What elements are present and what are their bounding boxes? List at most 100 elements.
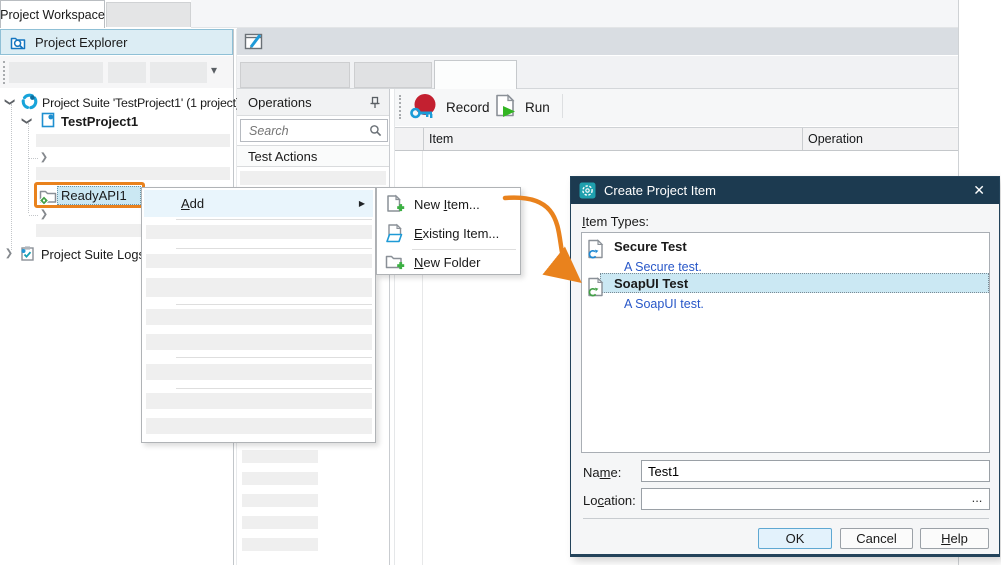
annotation-box-readyapi <box>34 182 145 208</box>
document-tab-active[interactable] <box>434 60 517 89</box>
search-input[interactable] <box>247 123 369 139</box>
menu-separator <box>176 219 372 220</box>
ops-list-item-redacted[interactable] <box>242 494 318 507</box>
dialog-title: Create Project Item <box>604 183 716 198</box>
menu-item-existing-item[interactable]: Existing Item... <box>379 219 518 248</box>
tree-guide <box>29 158 38 159</box>
menu-item-redacted[interactable] <box>146 393 372 409</box>
column-divider[interactable] <box>802 128 803 150</box>
tree-item-redacted[interactable] <box>36 134 230 147</box>
tree-item-label: TestProject1 <box>61 114 138 129</box>
chevron-collapsed-icon[interactable]: ❯ <box>39 210 49 220</box>
list-item-secure-test[interactable]: Secure Test <box>614 239 687 254</box>
main-toolbar-band <box>237 28 958 55</box>
tree-guide <box>11 104 12 250</box>
location-label: Location: <box>583 493 636 508</box>
tree-item-label: Project Suite Logs <box>41 247 145 262</box>
run-label: Run <box>525 100 550 115</box>
cancel-label: Cancel <box>856 531 896 546</box>
menu-item-redacted[interactable] <box>146 364 372 380</box>
new-folder-icon <box>385 253 405 272</box>
menu-item-redacted[interactable] <box>146 309 372 325</box>
menu-item-redacted[interactable] <box>146 334 372 350</box>
test-actions-header[interactable]: Test Actions <box>237 145 389 167</box>
caret-down-icon: ▾ <box>211 63 217 77</box>
tree-item-label: Project Suite 'TestProject1' (1 project) <box>42 96 240 110</box>
edit-icon <box>243 31 266 53</box>
menu-item-redacted[interactable] <box>146 418 372 434</box>
location-field[interactable] <box>641 488 990 510</box>
toolbar-button-redacted[interactable] <box>150 62 207 83</box>
toolbar-caret-button[interactable]: ▾ <box>211 63 225 81</box>
name-label: Name: <box>583 465 621 480</box>
ops-list-item-redacted[interactable] <box>242 472 318 485</box>
toolbar-button-redacted[interactable] <box>9 62 103 83</box>
help-button[interactable]: Help <box>920 528 989 549</box>
tab-secondary-redacted[interactable] <box>106 2 191 27</box>
document-tab-redacted[interactable] <box>354 62 432 88</box>
help-label: Help <box>941 531 968 546</box>
record-label: Record <box>446 100 490 115</box>
item-types-listbox: Secure Test A Secure test. SoapUI Test A… <box>581 232 990 453</box>
tree-guide <box>28 123 29 213</box>
tree-guide <box>29 215 38 216</box>
toolbar-divider <box>562 94 563 118</box>
tab-project-workspace[interactable]: Project Workspace <box>0 0 105 28</box>
ops-list-item-redacted[interactable] <box>242 450 318 463</box>
run-button[interactable]: Run <box>493 92 550 122</box>
tab-label: Project Workspace <box>0 8 105 22</box>
dialog-separator <box>583 518 989 519</box>
new-item-icon <box>385 194 405 215</box>
cancel-button[interactable]: Cancel <box>840 528 913 549</box>
name-field[interactable] <box>641 460 990 482</box>
operations-title: Operations <box>248 95 312 110</box>
existing-item-icon <box>385 223 405 244</box>
ops-list-item-redacted[interactable] <box>242 516 318 529</box>
chevron-collapsed-icon[interactable]: ❯ <box>4 249 14 259</box>
tree-item-project-suite-logs[interactable]: Project Suite Logs <box>41 247 145 262</box>
tree-item-redacted[interactable] <box>36 167 230 180</box>
ok-button[interactable]: OK <box>758 528 832 549</box>
project-explorer-header[interactable]: Project Explorer <box>0 29 233 55</box>
project-explorer-icon <box>9 34 27 51</box>
edit-button[interactable] <box>243 31 266 53</box>
tree-item-testproject1[interactable]: TestProject1 <box>61 114 138 129</box>
menu-item-new-folder[interactable]: New Folder <box>379 250 518 274</box>
pin-icon[interactable] <box>369 96 381 109</box>
search-icon[interactable] <box>369 124 382 137</box>
ops-list-item-redacted[interactable] <box>240 171 386 185</box>
item-title: Secure Test <box>614 239 687 254</box>
menu-item-new-item[interactable]: New Item... <box>379 190 518 219</box>
chevron-expanded-icon[interactable]: ❯ <box>21 116 31 126</box>
menu-item-redacted[interactable] <box>146 278 372 297</box>
record-icon <box>408 93 440 121</box>
browse-label: ... <box>972 490 983 505</box>
column-header-operation[interactable]: Operation <box>808 132 863 146</box>
column-label: Operation <box>808 132 863 146</box>
chevron-collapsed-icon[interactable]: ❯ <box>39 153 49 163</box>
project-suite-icon <box>21 93 38 110</box>
menu-item-redacted[interactable] <box>146 254 372 268</box>
close-icon[interactable]: ✕ <box>973 182 985 199</box>
menu-item-redacted[interactable] <box>146 225 372 239</box>
chevron-expanded-icon[interactable]: ❯ <box>4 97 14 107</box>
context-menu: Add ▶ <box>141 187 376 443</box>
dialog-app-icon <box>579 182 596 199</box>
tree-item-project-suite[interactable]: Project Suite 'TestProject1' (1 project) <box>42 96 240 110</box>
menu-item-add[interactable]: Add ▶ <box>144 190 373 217</box>
dialog-titlebar[interactable]: Create Project Item ✕ <box>571 177 999 204</box>
menu-item-label: Existing Item... <box>414 226 499 241</box>
document-tab-redacted[interactable] <box>240 62 350 88</box>
list-item-soapui-test[interactable]: SoapUI Test <box>600 273 989 293</box>
menu-item-label: New Folder <box>414 255 480 270</box>
column-header-item[interactable]: Item <box>429 132 453 146</box>
browse-button[interactable]: ... <box>967 490 987 508</box>
toolbar-grip[interactable] <box>3 61 5 84</box>
soapui-test-icon <box>586 277 605 299</box>
toolbar-button-redacted[interactable] <box>108 62 146 83</box>
record-button[interactable]: Record <box>408 92 490 122</box>
ops-list-item-redacted[interactable] <box>242 538 318 551</box>
item-description: A Secure test. <box>624 260 702 274</box>
column-divider[interactable] <box>423 128 424 150</box>
toolbar-grip[interactable] <box>399 95 401 119</box>
